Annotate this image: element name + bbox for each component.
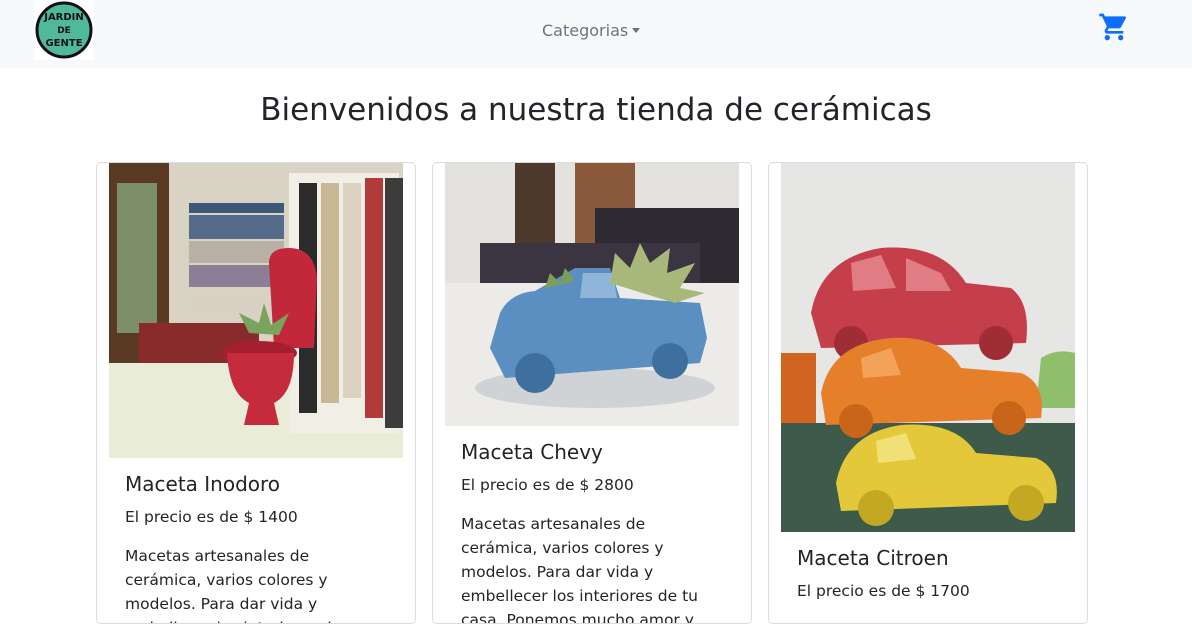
brand-logo[interactable]: JARDIN DE GENTE <box>34 0 94 60</box>
product-price: El precio es de $ 2800 <box>461 476 634 494</box>
product-image <box>781 163 1075 532</box>
product-title: Maceta Chevy <box>461 440 603 464</box>
card-body: Maceta Chevy El precio es de $ 2800 Mace… <box>461 440 723 624</box>
product-card: Maceta Chevy El precio es de $ 2800 Mace… <box>432 162 752 624</box>
truck-planter-photo <box>445 163 739 426</box>
caret-down-icon <box>632 27 641 33</box>
product-card: Maceta Inodoro El precio es de $ 1400 Ma… <box>96 162 416 624</box>
citroen-planters-photo <box>781 163 1075 532</box>
categories-label: Categorias <box>542 20 629 40</box>
svg-text:JARDIN: JARDIN <box>43 12 84 23</box>
product-description: Macetas artesanales de cerámica, varios … <box>461 515 698 624</box>
product-image <box>109 163 403 458</box>
navbar: JARDIN DE GENTE Categorias <box>0 0 1192 68</box>
categories-dropdown[interactable]: Categorias <box>542 18 641 42</box>
toilet-planter-photo <box>109 163 403 458</box>
product-description: Macetas artesanales de cerámica, varios … <box>125 547 341 623</box>
card-body: Maceta Citroen El precio es de $ 1700 <box>797 546 1059 600</box>
svg-text:DE: DE <box>57 26 71 36</box>
product-title: Maceta Citroen <box>797 546 949 570</box>
product-price: El precio es de $ 1700 <box>797 582 970 600</box>
cart-button[interactable] <box>1098 11 1130 43</box>
logo-badge-icon: JARDIN DE GENTE <box>35 1 93 59</box>
page-title: Bienvenidos a nuestra tienda de cerámica… <box>260 92 932 128</box>
card-body: Maceta Inodoro El precio es de $ 1400 Ma… <box>125 472 387 623</box>
shopping-cart-icon <box>1099 13 1127 41</box>
product-card: Maceta Citroen El precio es de $ 1700 <box>768 162 1088 624</box>
product-image <box>445 163 739 426</box>
product-title: Maceta Inodoro <box>125 472 281 496</box>
product-price: El precio es de $ 1400 <box>125 508 298 526</box>
svg-text:GENTE: GENTE <box>45 38 82 49</box>
